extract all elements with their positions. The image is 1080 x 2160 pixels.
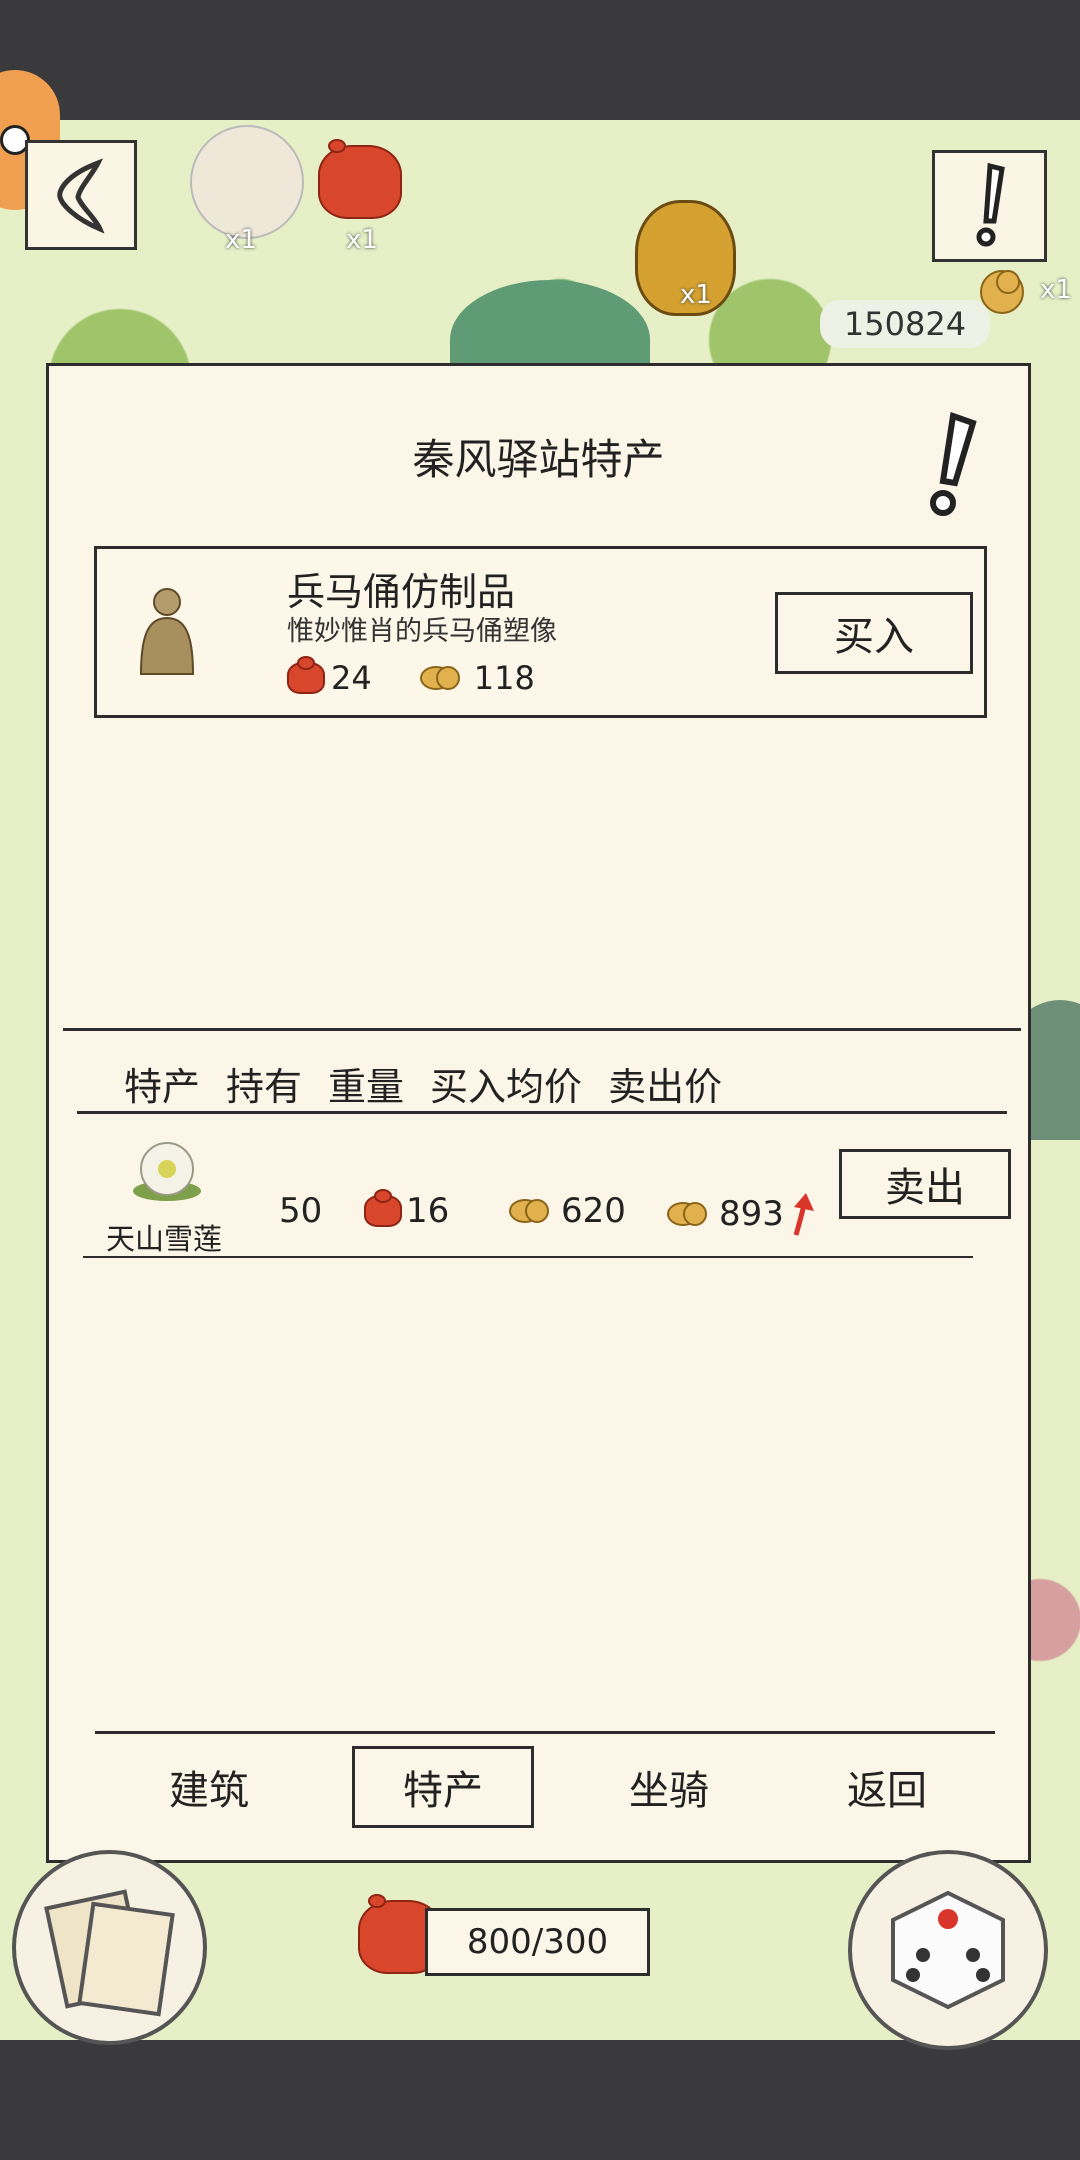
- bundle-icon: [318, 139, 402, 219]
- item-count: x1: [346, 225, 378, 255]
- column-header: 买入均价: [430, 1065, 583, 1109]
- shop-item-card: 兵马俑仿制品 惟妙惟肖的兵马俑塑像 24 118 买入: [94, 546, 987, 718]
- lion-icon: [190, 125, 304, 239]
- coin-balance-value: 150824: [843, 305, 967, 343]
- dice-icon: [891, 1890, 1005, 2010]
- item-weight-value: 24: [331, 659, 372, 697]
- item-stats: 24 118: [287, 656, 535, 697]
- capacity-display: 800/300: [425, 1908, 650, 1976]
- column-header: 重量: [328, 1065, 405, 1109]
- item-name: 兵马俑仿制品: [287, 570, 516, 614]
- dialog-title: 秦风驿站特产: [412, 435, 665, 484]
- coin-balance: 150824: [820, 300, 990, 348]
- sell-price-value: 893: [719, 1194, 784, 1234]
- sell-button[interactable]: 卖出: [839, 1149, 1011, 1219]
- column-header: 卖出价: [608, 1065, 723, 1109]
- tab-buildings[interactable]: 建筑: [109, 1746, 309, 1828]
- top-item-bundle[interactable]: x1: [318, 139, 402, 255]
- divider: [77, 1111, 1007, 1114]
- item-description: 惟妙惟肖的兵马俑塑像: [287, 616, 557, 647]
- snow-lotus-icon: [133, 1142, 201, 1201]
- cards-icon: [44, 1889, 175, 2017]
- up-arrow-icon: [793, 1193, 814, 1236]
- help-button[interactable]: [913, 411, 988, 525]
- item-price: 118: [419, 659, 535, 697]
- exclamation-icon: [976, 162, 1005, 247]
- top-item-coin-stack[interactable]: x1: [980, 270, 1072, 314]
- divider: [63, 1028, 1021, 1031]
- coin-icon: [667, 1202, 707, 1226]
- held-count: 50: [279, 1191, 323, 1231]
- alert-button[interactable]: [932, 150, 1047, 262]
- specialty-name: 天山雪莲: [105, 1222, 222, 1256]
- item-price-value: 118: [473, 659, 535, 697]
- column-header: 持有: [226, 1065, 303, 1109]
- avg-buy-value: 620: [561, 1191, 626, 1231]
- back-button[interactable]: [25, 140, 137, 250]
- specialty-shop-dialog: 秦风驿站特产 兵马俑仿制品 惟妙惟肖的兵马俑塑像 24 118 买入 特产 持有…: [46, 363, 1031, 1863]
- coin-icon: [509, 1199, 549, 1223]
- tab-bar: 建筑 特产 坐骑 返回: [109, 1746, 989, 1836]
- coin-icon: [980, 270, 1024, 314]
- buy-button[interactable]: 买入: [775, 592, 973, 674]
- terracotta-warrior-icon: [139, 588, 195, 675]
- cards-button[interactable]: [12, 1850, 207, 2045]
- bundle-icon: [287, 656, 325, 694]
- table-row: 天山雪莲 50 16 620 893 卖出: [89, 1131, 1019, 1261]
- item-count: x1: [680, 280, 712, 310]
- tab-mounts[interactable]: 坐骑: [569, 1746, 769, 1828]
- divider: [95, 1731, 995, 1734]
- coin-icon: [419, 666, 460, 690]
- item-weight: 24: [287, 656, 372, 697]
- bundle-icon: [364, 1189, 402, 1227]
- exclamation-icon: [930, 411, 977, 516]
- column-header: 特产: [124, 1065, 201, 1109]
- item-count: x1: [1040, 275, 1072, 305]
- capacity-value: 800/300: [466, 1922, 609, 1962]
- tab-return[interactable]: 返回: [787, 1746, 987, 1828]
- sell-price-cell: 893: [667, 1191, 818, 1237]
- top-item-lion[interactable]: x1: [190, 125, 304, 255]
- weight-cell: 16: [364, 1189, 450, 1231]
- roll-dice-button[interactable]: [848, 1850, 1048, 2050]
- table-header: 特产 持有 重量 买入均价 卖出价: [124, 1056, 722, 1111]
- divider: [83, 1256, 973, 1258]
- tab-specialty[interactable]: 特产: [352, 1746, 534, 1828]
- avg-buy-cell: 620: [509, 1191, 626, 1231]
- weight-value: 16: [406, 1191, 450, 1231]
- item-count: x1: [225, 225, 257, 255]
- top-item-wine-jar[interactable]: x1: [635, 200, 736, 316]
- back-arrow-icon: [57, 158, 105, 234]
